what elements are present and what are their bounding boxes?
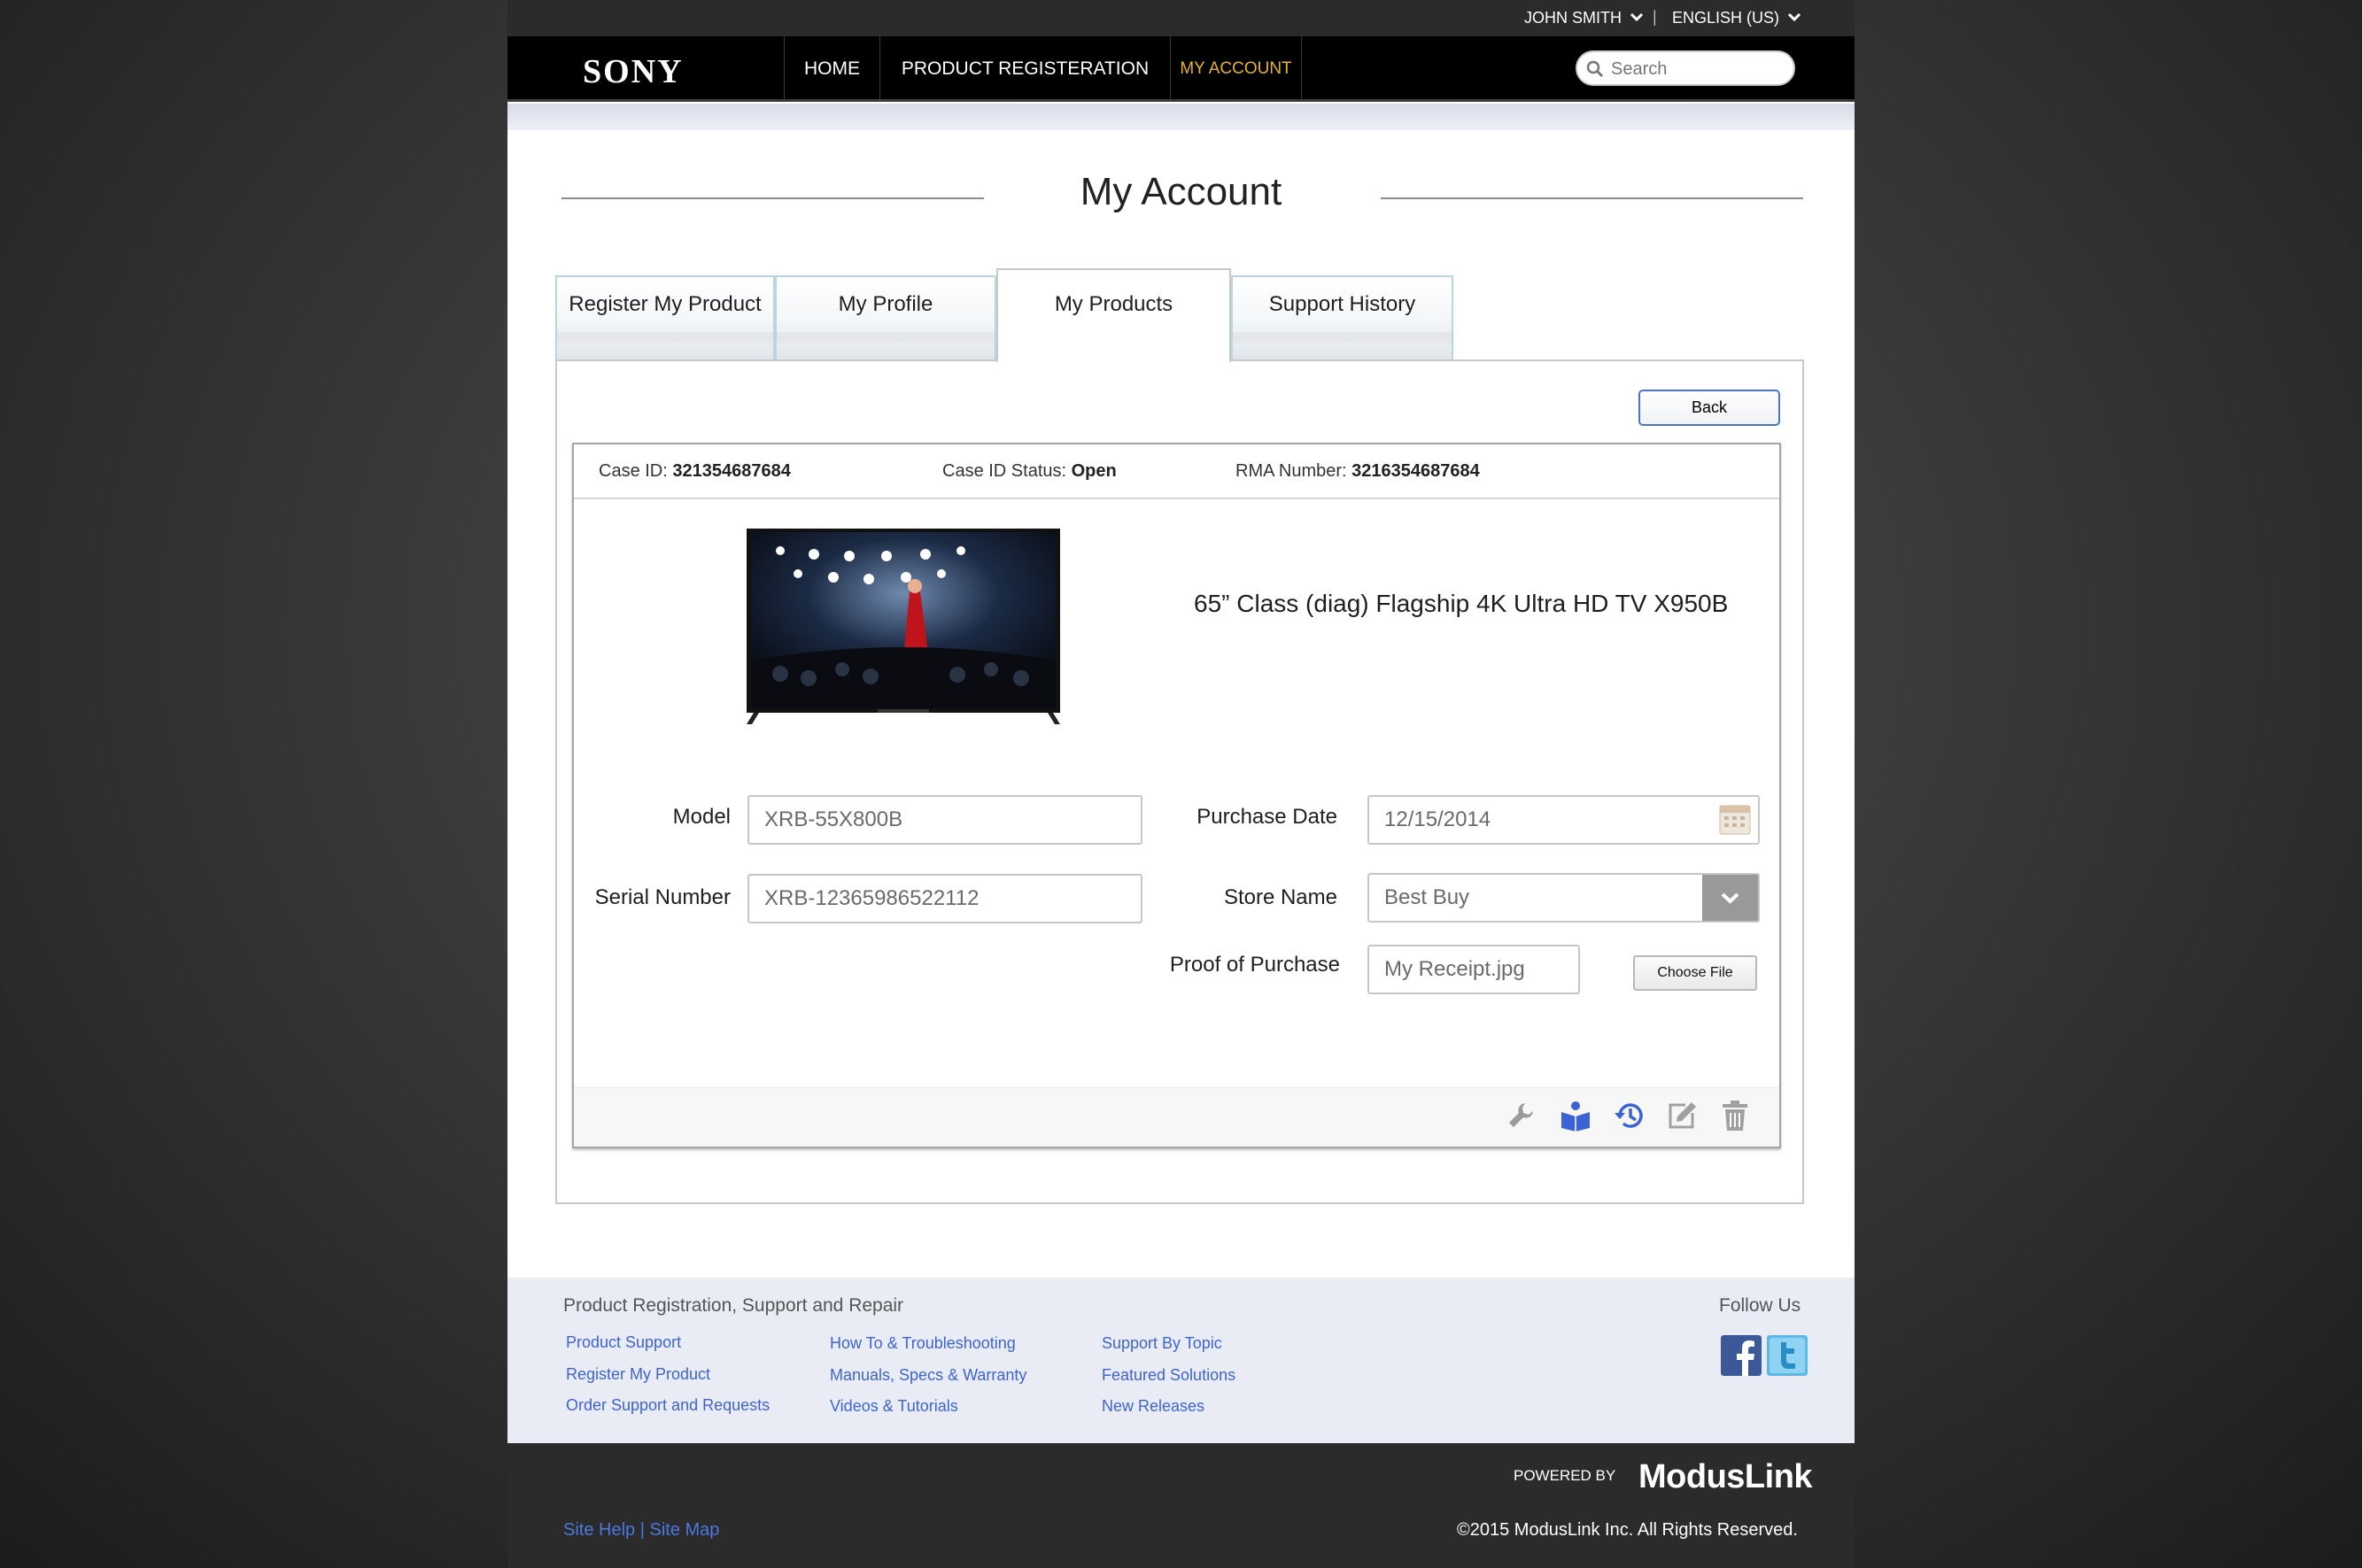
rma-number: RMA Number: 3216354687684: [1235, 461, 1480, 482]
nav-my-account[interactable]: MY ACCOUNT: [1170, 36, 1301, 102]
nav-subband: [507, 104, 1855, 130]
tab-stripe: [557, 332, 773, 343]
manual-icon[interactable]: [1560, 1100, 1591, 1132]
purchase-date-field[interactable]: 12/15/2014: [1367, 795, 1760, 845]
choose-file-button[interactable]: Choose File: [1633, 955, 1757, 991]
tab-my-profile[interactable]: My Profile: [775, 275, 996, 359]
search-box[interactable]: [1576, 50, 1795, 86]
action-bar: [574, 1087, 1779, 1147]
edit-icon[interactable]: [1666, 1100, 1698, 1132]
store-name-label: Store Name: [1223, 885, 1337, 909]
rma-value: 3216354687684: [1351, 461, 1480, 481]
tab-my-products[interactable]: My Products: [996, 268, 1231, 362]
proof-of-purchase-label: Proof of Purchase: [1169, 953, 1340, 977]
dropdown-button[interactable]: [1702, 875, 1758, 921]
trash-icon[interactable]: [1719, 1100, 1751, 1132]
search-input[interactable]: [1611, 58, 1788, 81]
footer-link[interactable]: Register My Product: [566, 1365, 710, 1384]
case-id-value: 321354687684: [672, 461, 791, 481]
footer-link[interactable]: Product Support: [566, 1333, 681, 1352]
footer-link[interactable]: Manuals, Specs & Warranty: [830, 1366, 1026, 1385]
footer-link[interactable]: Order Support and Requests: [566, 1396, 770, 1415]
tab-stripe: [777, 332, 995, 343]
serial-label: Serial Number: [594, 885, 731, 909]
rma-label: RMA Number:: [1235, 461, 1347, 481]
follow-us-label: Follow Us: [1719, 1295, 1801, 1316]
chevron-down-icon: [1721, 892, 1739, 904]
case-status-label: Case ID Status:: [942, 461, 1067, 481]
wrench-icon[interactable]: [1506, 1100, 1537, 1132]
calendar-icon[interactable]: [1719, 805, 1751, 835]
site-links-separator: |: [639, 1520, 645, 1540]
language-menu[interactable]: ENGLISH (US): [1672, 9, 1801, 27]
product-name: 65” Class (diag) Flagship 4K Ultra HD TV…: [1194, 590, 1729, 617]
tab-label: My Profile: [838, 292, 933, 316]
proof-of-purchase-field[interactable]: My Receipt.jpg: [1367, 945, 1580, 994]
case-status: Case ID Status: Open: [942, 461, 1117, 482]
case-status-value: Open: [1071, 461, 1117, 481]
page: JOHN SMITH | ENGLISH (US) SONY HOME PROD…: [507, 0, 1855, 1568]
powered-by-label: POWERED BY: [1514, 1467, 1616, 1484]
case-header: Case ID: 321354687684 Case ID Status: Op…: [574, 444, 1779, 499]
footer-link[interactable]: How To & Troubleshooting: [830, 1334, 1016, 1353]
model-field[interactable]: XRB-55X800B: [747, 795, 1142, 845]
history-icon[interactable]: [1614, 1100, 1646, 1132]
case-id: Case ID: 321354687684: [599, 461, 791, 482]
footer-heading: Product Registration, Support and Repair: [563, 1295, 904, 1316]
nav-home[interactable]: HOME: [784, 36, 879, 102]
twitter-icon[interactable]: [1767, 1335, 1808, 1376]
purchase-date-value: 12/15/2014: [1384, 807, 1491, 831]
tab-stripe: [1233, 332, 1452, 343]
store-name-value: Best Buy: [1384, 885, 1470, 909]
tab-label: Support History: [1268, 292, 1416, 316]
site-links: Site Help | Site Map: [563, 1520, 719, 1541]
user-name: JOHN SMITH: [1524, 9, 1622, 27]
utility-bar: JOHN SMITH | ENGLISH (US): [507, 0, 1855, 36]
language-label: ENGLISH (US): [1672, 9, 1780, 27]
sony-logo[interactable]: SONY: [583, 52, 684, 91]
tab-label: Register My Product: [569, 292, 762, 316]
utility-separator: |: [1653, 8, 1657, 26]
nav-divider: [1301, 36, 1302, 102]
moduslink-logo[interactable]: ModusLink: [1638, 1458, 1813, 1496]
facebook-icon[interactable]: [1721, 1335, 1762, 1376]
case-id-label: Case ID:: [599, 461, 668, 481]
store-name-select[interactable]: Best Buy: [1367, 873, 1760, 923]
copyright: ©2015 ModusLink Inc. All Rights Reserved…: [1457, 1520, 1798, 1540]
tv-product-image: [747, 529, 1060, 724]
search-icon: [1586, 60, 1604, 78]
footer: Product Registration, Support and Repair…: [507, 1278, 1855, 1443]
back-button[interactable]: Back: [1638, 390, 1780, 426]
user-menu[interactable]: JOHN SMITH: [1524, 9, 1643, 27]
footer-link[interactable]: Videos & Tutorials: [830, 1397, 958, 1416]
model-label: Model: [672, 805, 731, 829]
tab-register-my-product[interactable]: Register My Product: [555, 275, 775, 359]
chevron-down-icon: [1788, 12, 1801, 22]
purchase-date-label: Purchase Date: [1196, 805, 1337, 829]
page-title: My Account: [1080, 170, 1282, 213]
site-map-link[interactable]: Site Map: [649, 1520, 719, 1540]
nav-product-registration[interactable]: PRODUCT REGISTERATION: [879, 36, 1170, 102]
tab-label: My Products: [1054, 292, 1173, 316]
main-nav: SONY HOME PRODUCT REGISTERATION MY ACCOU…: [507, 36, 1855, 102]
site-help-link[interactable]: Site Help: [563, 1520, 635, 1540]
serial-field[interactable]: XRB-12365986522112: [747, 874, 1142, 923]
case-card: Case ID: 321354687684 Case ID Status: Op…: [572, 443, 1781, 1148]
chevron-down-icon: [1630, 12, 1643, 22]
footer-link[interactable]: New Releases: [1102, 1397, 1204, 1416]
footer-link[interactable]: Support By Topic: [1102, 1334, 1222, 1353]
tab-support-history[interactable]: Support History: [1231, 275, 1453, 359]
footer-link[interactable]: Featured Solutions: [1102, 1366, 1235, 1385]
